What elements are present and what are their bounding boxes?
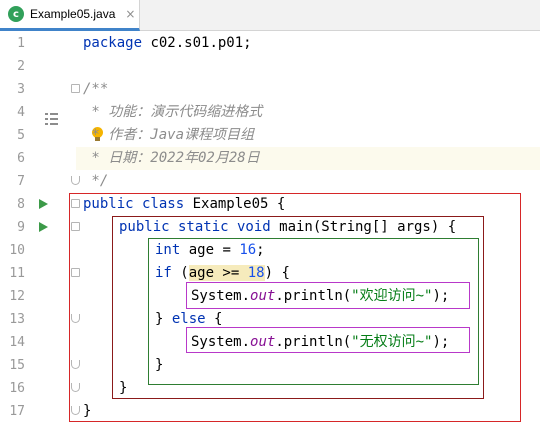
java-class-icon: c bbox=[8, 6, 24, 22]
code-line-17: } bbox=[83, 403, 92, 419]
line-number: 15 bbox=[9, 358, 25, 373]
editor-tab-bar: c Example05.java × bbox=[0, 0, 540, 31]
code-line-16: } bbox=[119, 380, 128, 396]
code-line-9: public static void main(String[] args) { bbox=[119, 219, 457, 235]
line-number: 1 bbox=[17, 36, 25, 51]
code-line-1: package c02.s01.p01; bbox=[83, 35, 252, 51]
line-number: 3 bbox=[17, 82, 25, 97]
run-main-icon[interactable] bbox=[39, 222, 48, 232]
render-doc-icon[interactable] bbox=[45, 113, 58, 125]
code-line-4: * 功能：演示代码缩进格式 bbox=[83, 104, 263, 120]
line-number: 7 bbox=[17, 174, 25, 189]
code-line-14: System.out.println("无权访问~"); bbox=[191, 334, 450, 350]
line-number: 5 bbox=[17, 128, 25, 143]
line-number: 17 bbox=[9, 404, 25, 419]
code-line-6: * 日期：2022年02月28日 bbox=[83, 150, 260, 166]
line-number: 13 bbox=[9, 312, 25, 327]
editor-gutter: 1 2 3 4 5 6 7 8 9 10 11 12 13 14 15 16 1… bbox=[0, 32, 80, 441]
line-number: 14 bbox=[9, 335, 25, 350]
code-line-3: /** bbox=[83, 81, 109, 97]
line-number: 8 bbox=[17, 197, 25, 212]
close-icon[interactable]: × bbox=[125, 7, 135, 21]
line-number: 16 bbox=[9, 381, 25, 396]
line-number: 10 bbox=[9, 243, 25, 258]
line-number: 2 bbox=[17, 59, 25, 74]
tab-example05-java[interactable]: c Example05.java × bbox=[0, 0, 140, 31]
code-line-12: System.out.println("欢迎访问~"); bbox=[191, 288, 450, 304]
line-number: 4 bbox=[17, 105, 25, 120]
code-line-13: } else { bbox=[155, 311, 223, 327]
run-class-icon[interactable] bbox=[39, 199, 48, 209]
code-line-8: public class Example05 { bbox=[83, 196, 286, 212]
code-line-7: */ bbox=[83, 173, 109, 189]
code-line-5: * 作者：Java课程项目组 bbox=[83, 127, 255, 143]
code-line-15: } bbox=[155, 357, 164, 373]
line-number: 9 bbox=[17, 220, 25, 235]
condition-highlight: age >= bbox=[188, 265, 248, 281]
code-editor[interactable]: package c02.s01.p01; /** * 功能：演示代码缩进格式 *… bbox=[76, 32, 540, 441]
line-number: 11 bbox=[9, 266, 25, 281]
line-number: 6 bbox=[17, 151, 25, 166]
code-line-11: if (age >= 18) { bbox=[155, 265, 290, 281]
code-line-10: int age = 16; bbox=[155, 242, 265, 258]
line-number: 12 bbox=[9, 289, 25, 304]
tab-label: Example05.java bbox=[30, 7, 116, 21]
